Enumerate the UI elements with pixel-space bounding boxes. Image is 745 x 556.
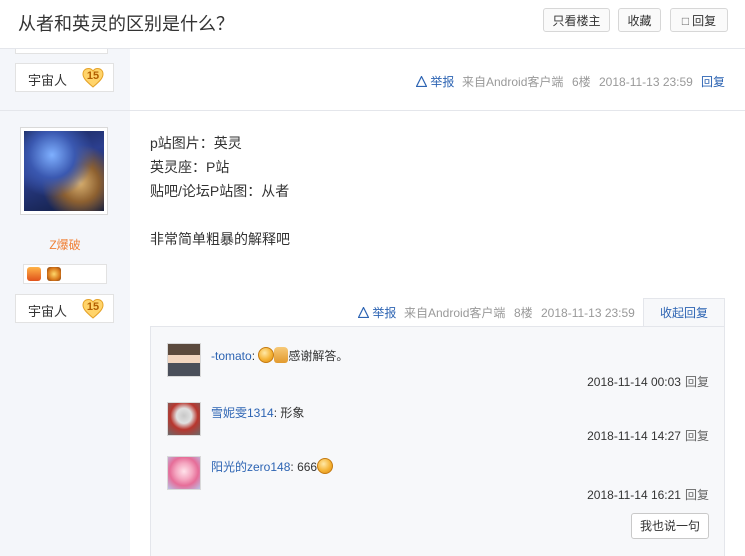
post-time: 2018-11-13 23:59	[599, 75, 693, 89]
author-badges	[23, 264, 107, 284]
reply-meta: 2018-11-14 14:27 回复	[587, 427, 709, 444]
post-content-line: 英灵座：P站	[150, 159, 230, 175]
only-author-button[interactable]: 只看楼主	[543, 8, 610, 32]
post-source: 来自Android客户端	[404, 306, 506, 320]
author-rank-badge: 宇宙人 15	[15, 63, 114, 92]
reply-reply-link[interactable]: 回复	[685, 488, 709, 502]
report-link[interactable]: 举报	[415, 73, 454, 91]
thread-header: 从者和英灵的区别是什么？ 只看楼主 收藏 □ 回复	[0, 0, 745, 49]
reply-reply-link[interactable]: 回复	[685, 375, 709, 389]
floor-number: 8楼	[514, 306, 533, 320]
sidebar-divider	[0, 110, 130, 111]
report-icon	[415, 75, 428, 88]
fold-replies-tab[interactable]: 收起回复	[643, 298, 725, 326]
post-time: 2018-11-13 23:59	[541, 306, 635, 320]
reply-line: 雪妮雯1314: 形象	[211, 406, 305, 420]
reply-line: 阳光的zero148: 666	[211, 458, 334, 475]
add-comment-button[interactable]: 我也说一句	[631, 513, 709, 539]
sub-replies-panel: -tomato: 感谢解答。 2018-11-14 00:03 回复 雪妮雯131…	[150, 326, 725, 556]
report-icon	[357, 306, 370, 319]
thread-title: 从者和英灵的区别是什么？	[18, 14, 234, 34]
reply-reply-link[interactable]: 回复	[685, 429, 709, 443]
smile-emoticon-icon	[317, 458, 334, 474]
reply-time: 2018-11-14 00:03	[587, 375, 681, 389]
reply-time: 2018-11-14 16:21	[587, 488, 681, 502]
medal-badge-icon[interactable]	[47, 267, 61, 281]
reply-avatar[interactable]	[167, 343, 201, 377]
post-content-line: 非常简单粗暴的解释吧	[150, 231, 290, 247]
reply-username[interactable]: 阳光的zero148	[211, 460, 290, 474]
reply-avatar[interactable]	[167, 456, 201, 490]
reply-text: 666	[297, 460, 318, 474]
post-content-line: 贴吧/论坛P站图：从者	[150, 183, 290, 199]
thumbs-up-emoticon-icon	[274, 347, 289, 363]
author-avatar[interactable]	[20, 127, 108, 215]
level-heart-icon: 15	[82, 67, 104, 89]
post-reply-link[interactable]: 回复	[701, 73, 725, 91]
reply-button[interactable]: □ 回复	[670, 8, 728, 32]
post-tail-8: 举报 来自Android客户端 8楼 2018-11-13 23:59	[357, 304, 648, 322]
previous-author-card-fragment	[15, 49, 108, 54]
avatar-image	[24, 131, 104, 211]
favorite-button[interactable]: 收藏	[618, 8, 661, 32]
floor-number: 6楼	[572, 75, 591, 89]
post-content-line: p站图片：英灵	[150, 135, 242, 151]
reply-time: 2018-11-14 14:27	[587, 429, 681, 443]
reply-username[interactable]: 雪妮雯1314	[211, 406, 274, 420]
reply-username[interactable]: -tomato	[211, 349, 252, 363]
smile-emoticon-icon	[258, 347, 275, 363]
level-heart-icon: 15	[82, 298, 104, 320]
reply-line: -tomato: 感谢解答。	[211, 347, 349, 363]
reply-text: 感谢解答。	[288, 349, 349, 363]
post-source: 来自Android客户端	[462, 75, 564, 89]
game-badge-icon[interactable]	[27, 267, 41, 281]
author-username[interactable]: Z爆破	[0, 236, 130, 253]
reply-meta: 2018-11-14 00:03 回复	[587, 373, 709, 390]
reply-text: 形象	[280, 406, 305, 420]
reply-avatar[interactable]	[167, 402, 201, 436]
reply-meta: 2018-11-14 16:21 回复	[587, 486, 709, 503]
report-link[interactable]: 举报	[357, 304, 396, 322]
author-rank-badge-main: 宇宙人 15	[15, 294, 114, 323]
speech-bubble-icon: □	[681, 14, 690, 28]
post-tail-6: 举报 来自Android客户端 6楼 2018-11-13 23:59 回复	[415, 73, 728, 91]
